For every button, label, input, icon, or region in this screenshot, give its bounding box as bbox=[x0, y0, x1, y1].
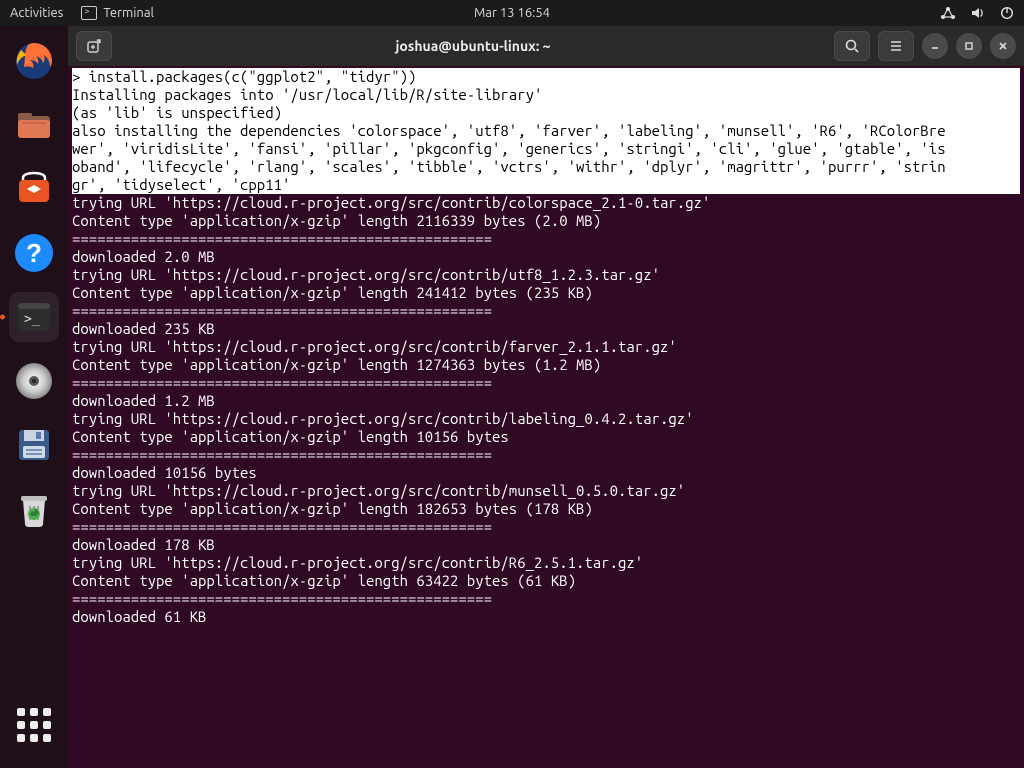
terminal-line: ========================================… bbox=[72, 590, 1020, 608]
terminal-window: joshua@ubuntu-linux: ~ > install.package… bbox=[68, 26, 1024, 768]
dock-disc[interactable] bbox=[9, 356, 59, 406]
window-titlebar: joshua@ubuntu-linux: ~ bbox=[68, 26, 1024, 66]
terminal-line: ========================================… bbox=[72, 446, 1020, 464]
terminal-line: > install.packages(c("ggplot2", "tidyr")… bbox=[72, 68, 1020, 86]
dock: ? >_ bbox=[0, 26, 68, 768]
dock-trash[interactable] bbox=[9, 484, 59, 534]
app-menu-label: Terminal bbox=[103, 6, 154, 20]
clock[interactable]: Mar 13 16:54 bbox=[474, 6, 550, 20]
terminal-line: trying URL 'https://cloud.r-project.org/… bbox=[72, 266, 1020, 284]
terminal-line: Content type 'application/x-gzip' length… bbox=[72, 212, 1020, 230]
terminal-line: wer', 'viridisLite', 'fansi', 'pillar', … bbox=[72, 140, 1020, 158]
terminal-line: ========================================… bbox=[72, 302, 1020, 320]
terminal-line: ========================================… bbox=[72, 230, 1020, 248]
top-panel: Activities Terminal Mar 13 16:54 bbox=[0, 0, 1024, 26]
hamburger-menu[interactable] bbox=[878, 31, 914, 61]
terminal-line: Content type 'application/x-gzip' length… bbox=[72, 500, 1020, 518]
terminal-line: also installing the dependencies 'colors… bbox=[72, 122, 1020, 140]
terminal-line: trying URL 'https://cloud.r-project.org/… bbox=[72, 554, 1020, 572]
app-menu[interactable]: Terminal bbox=[81, 6, 154, 20]
terminal-line: (as 'lib' is unspecified) bbox=[72, 104, 1020, 122]
svg-text:?: ? bbox=[26, 238, 42, 268]
network-icon[interactable] bbox=[940, 6, 956, 20]
power-icon[interactable] bbox=[1000, 6, 1014, 20]
terminal-line: Content type 'application/x-gzip' length… bbox=[72, 572, 1020, 590]
dock-software[interactable] bbox=[9, 164, 59, 214]
terminal-line: gr', 'tidyselect', 'cpp11' bbox=[72, 176, 1020, 194]
terminal-line: downloaded 2.0 MB bbox=[72, 248, 1020, 266]
minimize-button[interactable] bbox=[922, 33, 948, 59]
terminal-line: trying URL 'https://cloud.r-project.org/… bbox=[72, 338, 1020, 356]
dock-files[interactable] bbox=[9, 100, 59, 150]
activities-button[interactable]: Activities bbox=[10, 6, 63, 20]
terminal-line: Content type 'application/x-gzip' length… bbox=[72, 428, 1020, 446]
terminal-line: trying URL 'https://cloud.r-project.org/… bbox=[72, 482, 1020, 500]
dock-firefox[interactable] bbox=[9, 36, 59, 86]
terminal-line: Content type 'application/x-gzip' length… bbox=[72, 284, 1020, 302]
terminal-line: oband', 'lifecycle', 'rlang', 'scales', … bbox=[72, 158, 1020, 176]
terminal-line: trying URL 'https://cloud.r-project.org/… bbox=[72, 410, 1020, 428]
window-title: joshua@ubuntu-linux: ~ bbox=[120, 38, 826, 54]
terminal-line: downloaded 61 KB bbox=[72, 608, 1020, 626]
terminal-line: Installing packages into '/usr/local/lib… bbox=[72, 86, 1020, 104]
terminal-line: ========================================… bbox=[72, 374, 1020, 392]
terminal-icon bbox=[81, 6, 97, 20]
dock-terminal[interactable]: >_ bbox=[9, 292, 59, 342]
terminal-line: downloaded 178 KB bbox=[72, 536, 1020, 554]
terminal-line: ========================================… bbox=[72, 518, 1020, 536]
terminal-output[interactable]: > install.packages(c("ggplot2", "tidyr")… bbox=[68, 66, 1024, 768]
volume-icon[interactable] bbox=[970, 6, 986, 20]
show-applications[interactable] bbox=[9, 700, 59, 750]
apps-grid-icon bbox=[17, 708, 51, 742]
svg-text:>_: >_ bbox=[24, 312, 40, 327]
new-tab-button[interactable] bbox=[76, 31, 112, 61]
terminal-line: trying URL 'https://cloud.r-project.org/… bbox=[72, 194, 1020, 212]
search-button[interactable] bbox=[834, 31, 870, 61]
terminal-line: downloaded 235 KB bbox=[72, 320, 1020, 338]
close-button[interactable] bbox=[990, 33, 1016, 59]
dock-help[interactable]: ? bbox=[9, 228, 59, 278]
dock-save[interactable] bbox=[9, 420, 59, 470]
maximize-button[interactable] bbox=[956, 33, 982, 59]
terminal-line: downloaded 1.2 MB bbox=[72, 392, 1020, 410]
terminal-line: downloaded 10156 bytes bbox=[72, 464, 1020, 482]
terminal-line: Content type 'application/x-gzip' length… bbox=[72, 356, 1020, 374]
